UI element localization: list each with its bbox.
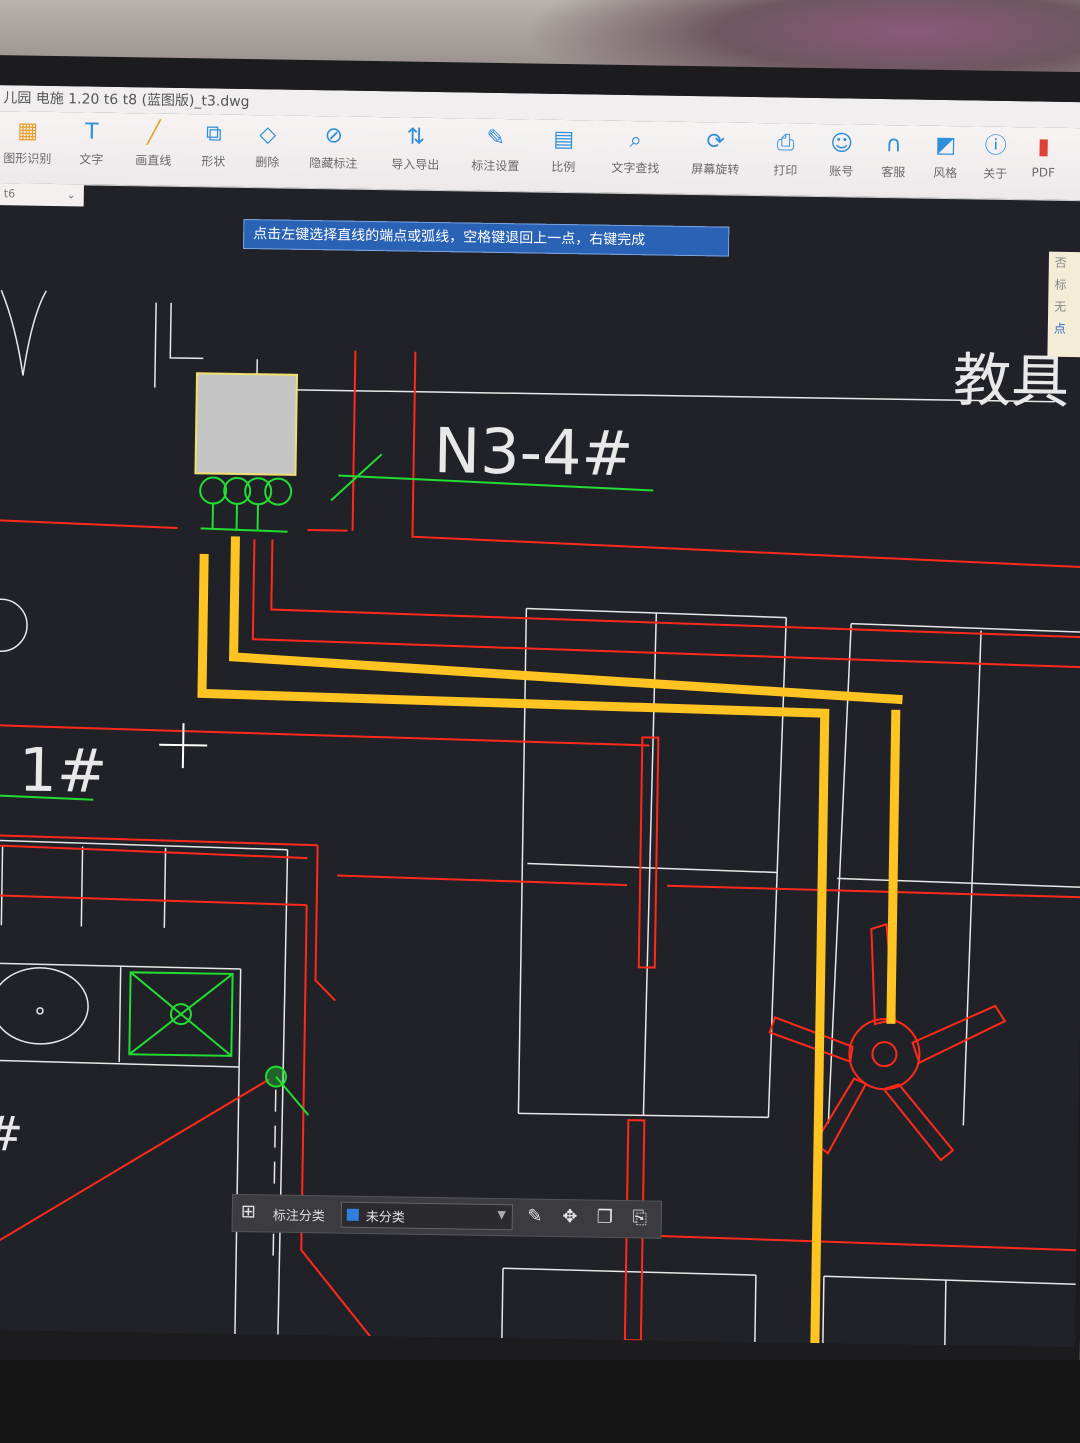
ceiling-fan-symbol xyxy=(768,922,1007,1162)
draw-line-icon: ╱ xyxy=(146,120,161,146)
text-icon: T xyxy=(84,119,99,145)
paste-icon[interactable]: ⎘ xyxy=(628,1206,652,1230)
ribbon-toolbar: ▦ 图形识别 T 文字 ╱ 画直线 ⧉ 形状 ◇ 删除 ⊘ 隐藏标注 ⇅ 导入导… xyxy=(0,111,1080,202)
grid-icon: ⊞ xyxy=(240,1201,257,1223)
annotation-settings-icon: ✎ xyxy=(486,125,506,152)
chevron-down-icon: ▼ xyxy=(497,1208,506,1222)
copy-icon[interactable]: ❐ xyxy=(593,1206,617,1230)
eraser-icon: ◇ xyxy=(259,122,277,148)
ribbon-text[interactable]: T 文字 xyxy=(56,118,127,179)
import-export-icon: ⇅ xyxy=(406,124,426,150)
label-1: 1# xyxy=(18,736,108,807)
side-panel[interactable]: 否 标 无 点 xyxy=(1047,251,1080,358)
headset-icon: ∩ xyxy=(885,132,902,158)
ribbon-hide-annotation[interactable]: ⊘ 隐藏标注 xyxy=(298,122,369,183)
scale-icon: ▤ xyxy=(553,126,575,153)
distribution-box[interactable] xyxy=(194,372,299,476)
text-search-icon: ⌕ xyxy=(629,128,643,154)
label-bottom-left: # xyxy=(0,1106,24,1163)
annotation-category-select[interactable]: 未分类 ▼ xyxy=(340,1201,514,1231)
layout-dropdown[interactable]: t6 ⌄ xyxy=(0,183,84,207)
style-icon: ◩ xyxy=(935,132,957,159)
ribbon-image-recognition[interactable]: ▦ 图形识别 xyxy=(0,117,63,178)
chevron-down-icon: ⌄ xyxy=(66,188,76,202)
ribbon-import-export[interactable]: ⇅ 导入导出 xyxy=(380,123,451,184)
ribbon-pdf[interactable]: ▮ PDF xyxy=(1008,133,1079,194)
desk-surface xyxy=(0,1360,1080,1443)
ribbon-delete[interactable]: ◇ 删除 xyxy=(232,121,303,182)
ribbon-annotation-settings[interactable]: ✎ 标注设置 xyxy=(460,124,531,185)
screen: 儿园 电施 1.20 t6 t8 (蓝图版)_t3.dwg ▦ 图形识别 T 文… xyxy=(0,85,1080,1348)
annotation-category-label: 标注分类 xyxy=(272,1208,325,1225)
printer-icon: ⎙ xyxy=(776,130,795,156)
move-icon[interactable]: ✥ xyxy=(558,1205,582,1229)
ribbon-scale[interactable]: ▤ 比例 xyxy=(528,125,599,186)
ribbon-screen-rotate[interactable]: ⟳ 屏幕旋转 xyxy=(680,128,751,189)
annotation-category-bar: ⊞ 标注分类 未分类 ▼ ✎ ✥ ❐ ⎘ xyxy=(231,1193,663,1239)
pdf-icon: ▮ xyxy=(1037,134,1050,160)
label-n3-4: N3-4# xyxy=(433,414,634,490)
hide-eye-icon: ⊘ xyxy=(324,123,344,149)
monitor: 儿园 电施 1.20 t6 t8 (蓝图版)_t3.dwg ▦ 图形识别 T 文… xyxy=(0,55,1080,1393)
ribbon-text-search[interactable]: ⌕ 文字查找 xyxy=(600,127,671,188)
account-icon: ☺ xyxy=(830,131,854,157)
image-recognition-icon: ▦ xyxy=(17,118,39,144)
rotate-icon: ⟳ xyxy=(706,129,726,155)
category-color-swatch xyxy=(346,1208,359,1221)
info-icon: ⓘ xyxy=(984,133,1007,159)
cad-canvas[interactable]: N3-4# 1# # 教具 xyxy=(0,205,1080,1348)
edit-icon[interactable]: ✎ xyxy=(523,1205,547,1229)
shape-icon: ⧉ xyxy=(205,121,222,147)
